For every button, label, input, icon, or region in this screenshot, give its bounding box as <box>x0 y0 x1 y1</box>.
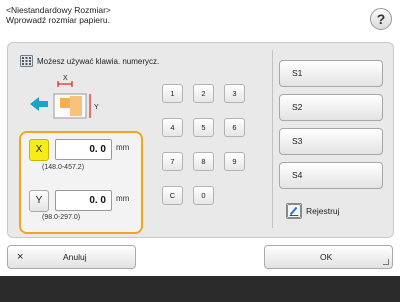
x-unit-label: mm <box>116 143 130 152</box>
ok-label: OK <box>320 252 333 262</box>
key-0[interactable]: 0 <box>193 186 214 205</box>
help-button[interactable]: ? <box>370 8 392 30</box>
key-5[interactable]: 5 <box>193 118 214 137</box>
diagram-x-label: X <box>63 75 68 82</box>
stored-size-s1-button[interactable]: S1 <box>279 60 383 87</box>
key-8[interactable]: 8 <box>193 152 214 171</box>
screen-title: <Niestandardowy Rozmiar> <box>6 5 111 15</box>
status-bar <box>0 276 400 302</box>
y-axis-button[interactable]: Y <box>29 190 49 212</box>
key-4[interactable]: 4 <box>162 118 183 137</box>
close-icon: × <box>17 251 24 263</box>
paper-sheet-icon <box>53 93 87 119</box>
stored-size-s4-button[interactable]: S4 <box>279 162 383 189</box>
confirm-corner-icon <box>383 259 389 265</box>
ok-button[interactable]: OK <box>264 245 393 269</box>
screen-header: <Niestandardowy Rozmiar> Wprowadź rozmia… <box>6 5 111 25</box>
screen-instruction: Wprowadź rozmiar papieru. <box>6 15 110 25</box>
register-pencil-icon <box>286 203 302 219</box>
paper-size-diagram: X Y <box>30 75 99 119</box>
x-range-label: (148.0-457.2) <box>42 164 85 171</box>
x-size-field[interactable]: 0. 0 <box>55 139 112 160</box>
diagram-y-label: Y <box>94 104 99 111</box>
cancel-button[interactable]: × Anuluj <box>7 245 136 269</box>
key-3[interactable]: 3 <box>224 84 245 103</box>
panel-divider <box>272 50 273 228</box>
y-range-label: (98.0-297.0) <box>42 214 81 221</box>
cancel-label: Anuluj <box>63 252 87 262</box>
key-7[interactable]: 7 <box>162 152 183 171</box>
keypad-note-text: Możesz używać klawia. numerycz. <box>37 56 160 66</box>
x-axis-button[interactable]: X <box>29 139 49 161</box>
y-unit-label: mm <box>116 194 130 203</box>
y-size-field[interactable]: 0. 0 <box>55 190 112 211</box>
register-label: Rejestruj <box>306 206 340 216</box>
key-2[interactable]: 2 <box>193 84 214 103</box>
feed-direction-arrow-icon <box>30 97 48 111</box>
numeric-keypad-icon <box>20 55 33 67</box>
stored-size-s2-button[interactable]: S2 <box>279 94 383 121</box>
key-9[interactable]: 9 <box>224 152 245 171</box>
key-clear[interactable]: C <box>162 186 183 205</box>
question-icon: ? <box>376 11 386 27</box>
stored-size-s3-button[interactable]: S3 <box>279 128 383 155</box>
register-button[interactable]: Rejestruj <box>279 199 367 223</box>
key-1[interactable]: 1 <box>162 84 183 103</box>
keypad-note: Możesz używać klawia. numerycz. <box>20 54 159 68</box>
key-6[interactable]: 6 <box>224 118 245 137</box>
